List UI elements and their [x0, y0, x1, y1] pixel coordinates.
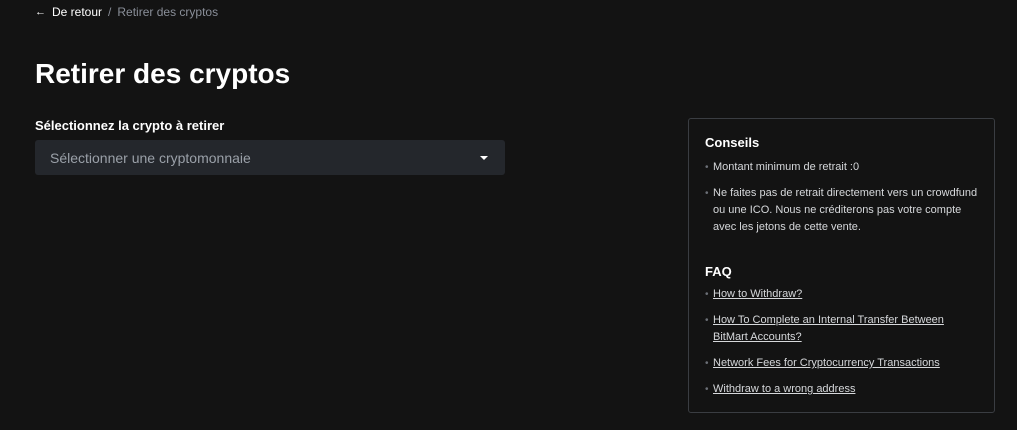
tip-text: Ne faites pas de retrait directement ver… [713, 187, 978, 233]
bullet-icon: • [705, 162, 709, 173]
faq-item: • Withdraw to a wrong address [705, 381, 978, 398]
faq-link-how-to-withdraw[interactable]: How to Withdraw? [713, 288, 802, 300]
bullet-icon: • [705, 289, 709, 300]
page-title: Retirer des cryptos [35, 58, 291, 89]
faq-item: • Network Fees for Cryptocurrency Transa… [705, 355, 978, 372]
tip-item: • Ne faites pas de retrait directement v… [705, 185, 978, 236]
faq-link-wrong-address[interactable]: Withdraw to a wrong address [713, 383, 855, 395]
faq-link-network-fees[interactable]: Network Fees for Cryptocurrency Transact… [713, 357, 940, 369]
withdraw-page: ← De retour / Retirer des cryptos Retire… [0, 0, 1017, 430]
bullet-icon: • [705, 188, 709, 199]
crypto-select-placeholder: Sélectionner une cryptomonnaie [50, 149, 251, 166]
tips-heading: Conseils [705, 135, 760, 150]
tip-text: Montant minimum de retrait :0 [713, 161, 860, 173]
breadcrumb-separator: / [108, 5, 112, 19]
bullet-icon: • [705, 358, 709, 369]
crypto-select[interactable]: Sélectionner une cryptomonnaie [35, 140, 505, 175]
faq-item: • How To Complete an Internal Transfer B… [705, 312, 978, 346]
tips-list: • Montant minimum de retrait :0 • Ne fai… [705, 159, 978, 236]
tip-item: • Montant minimum de retrait :0 [705, 159, 978, 176]
faq-link-internal-transfer[interactable]: How To Complete an Internal Transfer Bet… [713, 314, 944, 343]
back-link[interactable]: ← De retour [35, 5, 102, 19]
bullet-icon: • [705, 384, 709, 395]
back-label: De retour [52, 5, 103, 19]
breadcrumb-current: Retirer des cryptos [117, 5, 219, 19]
faq-item: • How to Withdraw? [705, 286, 978, 303]
arrow-left-icon: ← [35, 6, 46, 18]
bullet-icon: • [705, 315, 709, 326]
faq-list: • How to Withdraw? • How To Complete an … [705, 286, 978, 398]
caret-down-icon [480, 155, 488, 160]
faq-heading: FAQ [705, 264, 732, 279]
tips-panel: Conseils • Montant minimum de retrait :0… [688, 118, 995, 413]
breadcrumb: ← De retour / Retirer des cryptos [35, 5, 218, 19]
crypto-select-label: Sélectionnez la crypto à retirer [35, 118, 225, 133]
